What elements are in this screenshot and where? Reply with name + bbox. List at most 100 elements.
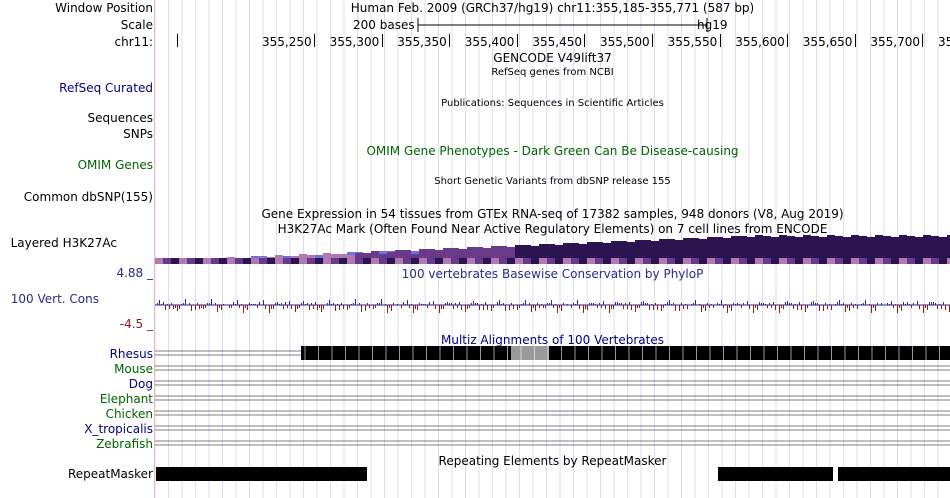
conservation-bar bbox=[337, 304, 338, 305]
h3k27ac-base bbox=[603, 258, 611, 264]
conservation-bar bbox=[421, 304, 422, 305]
h3k27ac-base bbox=[563, 258, 571, 264]
track-title-gencode[interactable]: GENCODE V49lift37 bbox=[155, 51, 950, 65]
conservation-bar bbox=[473, 301, 474, 305]
track-label-h3k27ac[interactable]: Layered H3K27Ac bbox=[11, 236, 117, 250]
conservation-bar bbox=[599, 303, 600, 305]
track-label-repeatmasker[interactable]: RepeatMasker bbox=[68, 467, 153, 481]
conservation-bar bbox=[541, 304, 542, 305]
conservation-bar bbox=[265, 305, 266, 309]
track-label-sequences[interactable]: Sequences bbox=[88, 111, 153, 125]
h3k27ac-base bbox=[515, 258, 523, 264]
conservation-bar bbox=[563, 303, 564, 305]
conservation-bar bbox=[717, 303, 718, 305]
conservation-bar bbox=[583, 305, 584, 313]
h3k27ac-signal-track[interactable] bbox=[155, 234, 950, 266]
h3k27ac-base bbox=[171, 258, 179, 264]
ruler-tick-label: 355,600 bbox=[735, 35, 785, 49]
conservation-bar bbox=[231, 305, 232, 308]
species-label-zebrafish[interactable]: Zebrafish bbox=[96, 437, 153, 451]
conservation-bar bbox=[681, 303, 682, 305]
conservation-bar bbox=[807, 305, 808, 308]
conservation-bar bbox=[291, 305, 292, 309]
multiz-alignment-track[interactable] bbox=[155, 344, 950, 452]
conservation-bar bbox=[181, 304, 182, 305]
repeatmasker-track[interactable] bbox=[155, 466, 950, 482]
track-title-omim[interactable]: OMIM Gene Phenotypes - Dark Green Can Be… bbox=[155, 144, 950, 158]
track-title-dbsnp[interactable]: Short Genetic Variants from dbSNP releas… bbox=[155, 176, 950, 187]
ruler-tick-label: 355,750 bbox=[938, 35, 950, 49]
h3k27ac-base bbox=[507, 258, 515, 264]
conservation-bar bbox=[735, 304, 736, 305]
track-title-publications[interactable]: Publications: Sequences in Scientific Ar… bbox=[155, 98, 950, 109]
ruler-tick-label: 355,550 bbox=[667, 35, 718, 49]
conservation-bar bbox=[907, 302, 908, 305]
conservation-bar bbox=[943, 302, 944, 305]
h3k27ac-base bbox=[315, 258, 323, 264]
species-label-chicken[interactable]: Chicken bbox=[106, 407, 153, 421]
species-label-rhesus[interactable]: Rhesus bbox=[110, 347, 153, 361]
h3k27ac-base bbox=[299, 258, 307, 264]
conservation-bar bbox=[275, 303, 276, 305]
conservation-bar bbox=[233, 302, 234, 305]
conservation-bar bbox=[497, 302, 498, 305]
species-label-elephant[interactable]: Elephant bbox=[100, 392, 153, 406]
conservation-bar bbox=[925, 305, 926, 308]
h3k27ac-base bbox=[427, 258, 435, 264]
species-label-dog[interactable]: Dog bbox=[129, 377, 153, 391]
track-title-refseq[interactable]: RefSeq genes from NCBI bbox=[155, 67, 950, 78]
conservation-bar bbox=[183, 303, 184, 305]
track-label-snps[interactable]: SNPs bbox=[123, 127, 153, 141]
conservation-bar bbox=[611, 305, 612, 309]
conservation-bar bbox=[185, 299, 186, 305]
genome-browser-track-area[interactable]: Human Feb. 2009 (GRCh37/hg19) chr11:355,… bbox=[155, 0, 950, 498]
conservation-bar bbox=[939, 304, 940, 305]
conservation-bar bbox=[631, 305, 632, 310]
track-label-conservation[interactable]: 100 Vert. Cons bbox=[11, 292, 99, 306]
conservation-bar bbox=[297, 305, 298, 309]
conservation-bar bbox=[465, 305, 466, 312]
conservation-bar bbox=[577, 300, 578, 305]
conservation-bar bbox=[175, 305, 176, 308]
h3k27ac-base bbox=[371, 258, 379, 264]
h3k27ac-base bbox=[891, 258, 899, 264]
conservation-signal-track[interactable] bbox=[155, 282, 950, 330]
conservation-bar bbox=[769, 303, 770, 305]
conservation-bar bbox=[277, 302, 278, 305]
h3k27ac-base bbox=[747, 258, 755, 264]
species-label-mouse[interactable]: Mouse bbox=[114, 362, 153, 376]
conservation-bar bbox=[459, 302, 460, 305]
conservation-bar bbox=[443, 305, 444, 309]
conservation-bar bbox=[413, 305, 414, 313]
track-title-conservation[interactable]: 100 vertebrates Basewise Conservation by… bbox=[155, 267, 950, 281]
track-label-dbsnp[interactable]: Common dbSNP(155) bbox=[24, 190, 153, 204]
conservation-bar bbox=[253, 304, 254, 305]
ruler-tick bbox=[922, 34, 924, 47]
conservation-bar bbox=[603, 301, 604, 305]
h3k27ac-base bbox=[227, 258, 235, 264]
conservation-bar bbox=[815, 303, 816, 305]
track-title-gtex[interactable]: Gene Expression in 54 tissues from GTEx … bbox=[155, 207, 950, 221]
conservation-bar bbox=[799, 302, 800, 305]
conservation-bar bbox=[625, 303, 626, 305]
conservation-bar bbox=[427, 305, 428, 308]
h3k27ac-base bbox=[643, 258, 651, 264]
ruler-tick bbox=[381, 34, 383, 47]
conservation-bar bbox=[675, 305, 676, 311]
conservation-bar bbox=[307, 303, 308, 305]
ruler-tick-label: 355,650 bbox=[802, 35, 853, 49]
track-label-refseq[interactable]: RefSeq Curated bbox=[59, 81, 153, 95]
h3k27ac-base bbox=[395, 258, 403, 264]
h3k27ac-base bbox=[187, 258, 195, 264]
h3k27ac-base bbox=[859, 258, 867, 264]
conservation-bar bbox=[511, 303, 512, 305]
track-label-omim[interactable]: OMIM Genes bbox=[78, 158, 153, 172]
species-label-xtropicalis[interactable]: X_tropicalis bbox=[84, 422, 153, 436]
repeat-element bbox=[718, 467, 833, 481]
conservation-bar bbox=[881, 303, 882, 305]
conservation-bar bbox=[851, 303, 852, 305]
conservation-bar bbox=[475, 303, 476, 305]
conservation-bar bbox=[381, 299, 382, 305]
conservation-bar bbox=[873, 305, 874, 308]
h3k27ac-base bbox=[195, 258, 203, 264]
